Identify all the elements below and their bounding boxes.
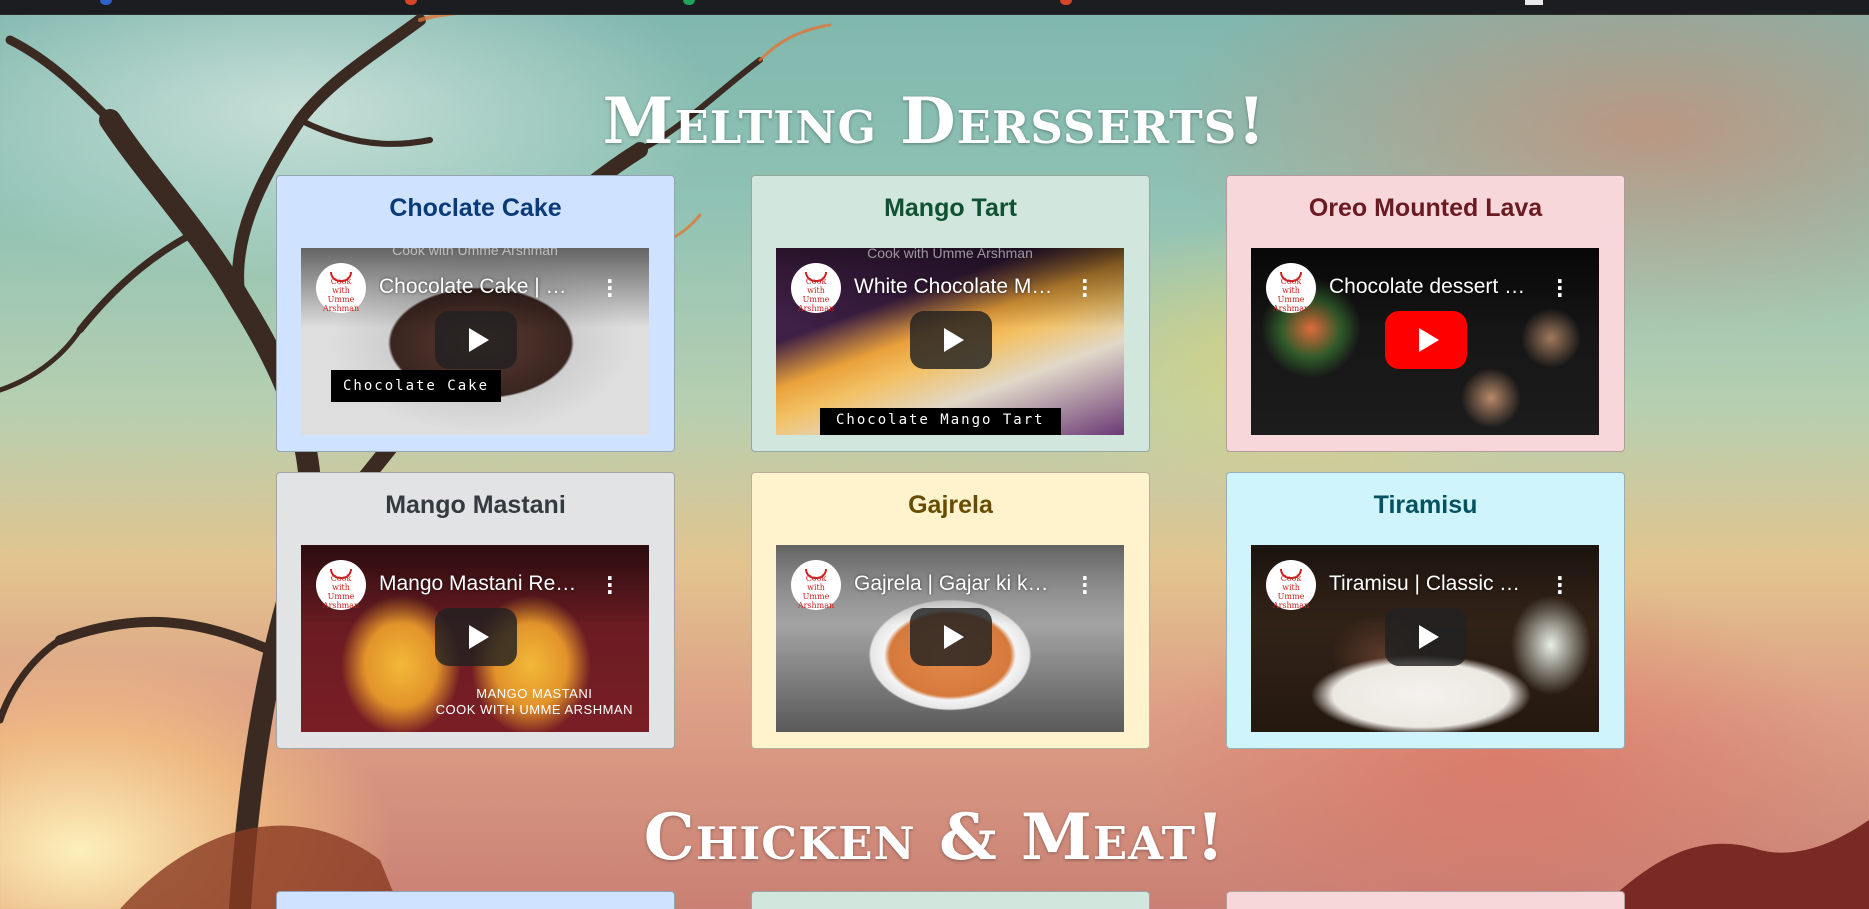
card-heading: Mango Mastani (385, 491, 566, 519)
thumbnail-caption: Chocolate Cake (331, 370, 502, 402)
card-next-row-2 (751, 891, 1150, 909)
card-chocolate-cake: Choclate Cake Cook with Umme Arshman Coo… (276, 175, 675, 452)
youtube-video-embed[interactable]: Cook with Umme Arshman Cook with Umme Ar… (301, 248, 649, 435)
play-icon (1418, 625, 1439, 649)
play-icon (468, 328, 489, 352)
card-oreo-mounted-lava: Oreo Mounted Lava Cook with Umme Arshman… (1226, 175, 1625, 452)
more-options-icon[interactable]: · · · (1556, 568, 1564, 602)
card-heading: Tiramisu (1373, 491, 1478, 519)
channel-logo[interactable]: Cook with Umme Arshman (316, 263, 366, 313)
more-options-icon[interactable]: · · · (606, 271, 614, 305)
card-tiramisu: Tiramisu Cook with Umme Arshman Tiramisu… (1226, 472, 1625, 749)
video-title-link[interactable]: Chocolate Cake | Chocolate Cake Recipe (379, 275, 579, 299)
youtube-video-embed[interactable]: Cook with Umme Arshman Tiramisu | Classi… (1251, 545, 1599, 732)
section-title-desserts: Melting Dersserts! (602, 84, 1267, 159)
play-button[interactable] (1385, 311, 1467, 369)
card-next-row-3 (1226, 891, 1625, 909)
youtube-video-embed[interactable]: Cook with Umme Arshman Mango Mastani Rec… (301, 545, 649, 732)
video-title-link[interactable]: White Chocolate Mango Tart (854, 275, 1054, 299)
video-title-link[interactable]: Tiramisu | Classic Tiramisu Recipe (1329, 572, 1529, 596)
play-button[interactable] (1385, 608, 1467, 666)
watermark-text: Cook with Umme Arshman (867, 248, 1033, 261)
card-heading: Choclate Cake (389, 194, 562, 222)
play-icon (943, 328, 964, 352)
card-gajrela: Gajrela Cook with Umme Arshman Gajrela |… (751, 472, 1150, 749)
card-mango-tart: Mango Tart Cook with Umme Arshman Cook w… (751, 175, 1150, 452)
video-title-link[interactable]: Gajrela | Gajar ki kheer (854, 572, 1054, 596)
channel-logo[interactable]: Cook with Umme Arshman (791, 560, 841, 610)
channel-logo[interactable]: Cook with Umme Arshman (1266, 263, 1316, 313)
channel-logo[interactable]: Cook with Umme Arshman (316, 560, 366, 610)
card-heading: Gajrela (908, 491, 993, 519)
thumbnail-caption: Chocolate Mango Tart (820, 408, 1061, 435)
play-icon (1418, 328, 1439, 352)
watermark-text: Cook with Umme Arshman (392, 248, 558, 258)
more-options-icon[interactable]: · · · (606, 568, 614, 602)
play-button[interactable] (435, 311, 517, 369)
video-title-link[interactable]: Mango Mastani Recipe (379, 572, 579, 596)
card-next-row-1 (276, 891, 675, 909)
more-options-icon[interactable]: · · · (1556, 271, 1564, 305)
channel-logo[interactable]: Cook with Umme Arshman (791, 263, 841, 313)
play-icon (943, 625, 964, 649)
browser-tab-strip (0, 0, 1869, 15)
more-options-icon[interactable]: · · · (1081, 271, 1089, 305)
card-heading: Oreo Mounted Lava (1308, 194, 1543, 222)
youtube-video-embed[interactable]: Cook with Umme Arshman Gajrela | Gajar k… (776, 545, 1124, 732)
thumbnail-overlay-text: MANGO MASTANI COOK WITH UMME ARSHMAN (435, 686, 633, 717)
section-title-chicken-meat: Chicken & Meat! (643, 800, 1226, 875)
youtube-video-embed[interactable]: Cook with Umme Arshman Chocolate dessert… (1251, 248, 1599, 435)
more-options-icon[interactable]: · · · (1081, 568, 1089, 602)
youtube-video-embed[interactable]: Cook with Umme Arshman Cook with Umme Ar… (776, 248, 1124, 435)
play-button[interactable] (435, 608, 517, 666)
play-button[interactable] (910, 311, 992, 369)
play-button[interactable] (910, 608, 992, 666)
channel-logo[interactable]: Cook with Umme Arshman (1266, 560, 1316, 610)
video-title-link[interactable]: Chocolate dessert cups (1329, 275, 1529, 299)
card-mango-mastani: Mango Mastani Cook with Umme Arshman Man… (276, 472, 675, 749)
play-icon (468, 625, 489, 649)
card-heading: Mango Tart (884, 194, 1017, 222)
